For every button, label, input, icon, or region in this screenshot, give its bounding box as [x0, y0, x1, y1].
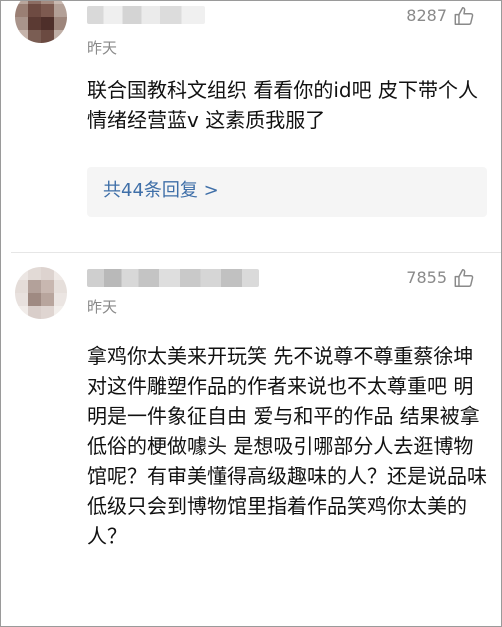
comment-item: 昨天 7855 拿鸡你太美来开玩笑 先不说尊不尊重蔡徐坤 对这件雕塑作品的作者来…: [1, 253, 501, 626]
like-button[interactable]: 7855: [406, 267, 475, 289]
like-count: 7855: [406, 268, 447, 287]
thumbs-up-icon: [454, 269, 474, 287]
comment-list: 昨天 8287 联合国教科文组织 看看你的id吧 皮下带个人情绪经营蓝v 这素质…: [0, 0, 502, 627]
comment-time: 昨天: [87, 298, 118, 316]
comment-time: 昨天: [87, 39, 118, 57]
thumbs-up-icon: [454, 7, 474, 25]
username-redacted[interactable]: [87, 6, 205, 24]
username-redacted[interactable]: [87, 269, 259, 287]
avatar[interactable]: [15, 267, 67, 319]
like-count: 8287: [406, 6, 447, 25]
comment-text: 拿鸡你太美来开玩笑 先不说尊不尊重蔡徐坤 对这件雕塑作品的作者来说也不太尊重吧 …: [87, 344, 487, 548]
comment-text: 联合国教科文组织 看看你的id吧 皮下带个人情绪经营蓝v 这素质我服了: [87, 78, 478, 132]
view-replies-button[interactable]: 共44条回复 >: [87, 167, 487, 217]
avatar[interactable]: [15, 1, 67, 43]
replies-label: 共44条回复 >: [103, 180, 219, 201]
comment-item: 昨天 8287 联合国教科文组织 看看你的id吧 皮下带个人情绪经营蓝v 这素质…: [1, 1, 501, 253]
like-button[interactable]: 8287: [406, 5, 475, 27]
